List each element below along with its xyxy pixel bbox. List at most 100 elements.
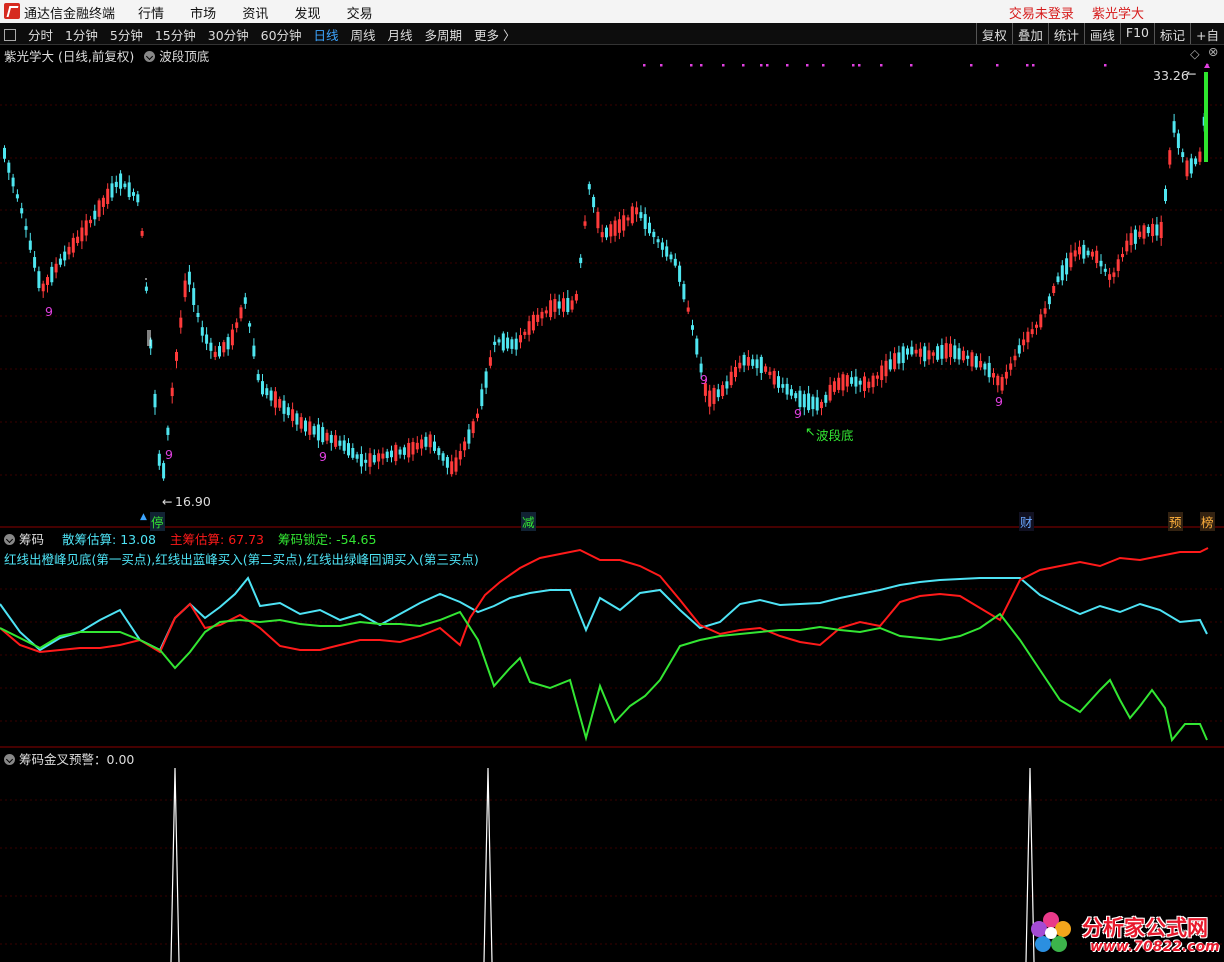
candle-body xyxy=(832,381,836,392)
chip-dropdown-icon[interactable] xyxy=(4,534,15,545)
alert-dropdown-icon[interactable] xyxy=(4,754,15,765)
candle-body xyxy=(1142,225,1146,239)
candle-body xyxy=(1000,377,1004,391)
candle-body xyxy=(7,162,11,173)
event-marker-reduce[interactable]: 减 xyxy=(521,512,536,531)
candle-body xyxy=(433,441,436,451)
event-marker-list[interactable]: 榜 xyxy=(1200,512,1215,531)
candle-body xyxy=(312,426,316,435)
candle-body xyxy=(949,343,952,358)
candle-body xyxy=(261,381,264,395)
alert-indicator-name[interactable]: 筹码金叉预警 xyxy=(19,752,94,767)
candle-body xyxy=(316,424,320,441)
alert-panel-header: 筹码金叉预警：0.00 xyxy=(4,749,134,768)
retail-label: 散筹估算: xyxy=(62,532,117,547)
candle-body xyxy=(725,381,729,389)
candle-body xyxy=(716,389,720,398)
candle-body xyxy=(875,375,879,379)
candle-body xyxy=(1194,158,1198,165)
candle-body xyxy=(1047,296,1051,305)
candle-body xyxy=(574,294,578,301)
candle-body xyxy=(144,286,148,291)
candle-body xyxy=(686,307,690,312)
nine-marker: 9 xyxy=(165,447,173,462)
candle-body xyxy=(506,337,510,349)
candle-body xyxy=(970,352,974,367)
candle-body xyxy=(570,300,574,310)
flower-logo-icon xyxy=(1031,912,1071,952)
candle-body xyxy=(101,197,105,207)
candle-body xyxy=(1159,221,1163,239)
candle-body xyxy=(824,394,828,403)
candle-body xyxy=(992,373,995,378)
candle-body xyxy=(20,208,24,214)
candle-body xyxy=(721,385,725,397)
candle-body xyxy=(114,181,118,188)
candle-body xyxy=(858,380,862,385)
candle-body xyxy=(918,348,922,357)
wave-bottom-label: 波段底 xyxy=(816,428,854,443)
candle-body xyxy=(308,421,312,435)
candle-body xyxy=(501,333,505,351)
low-price-label: 16.90 xyxy=(175,494,211,509)
candle-body xyxy=(592,197,596,208)
panel-settings-icon[interactable]: ◇ xyxy=(1190,46,1200,61)
candle-body xyxy=(248,323,252,327)
nine-marker: 9 xyxy=(995,394,1003,409)
candle-body xyxy=(1181,152,1185,158)
candle-body xyxy=(1204,72,1208,162)
candle-body xyxy=(544,310,548,314)
signal-dot xyxy=(1032,64,1035,67)
candle-body xyxy=(243,297,247,304)
retail-value: 13.08 xyxy=(120,532,156,547)
candle-body xyxy=(471,421,475,434)
indicator-name[interactable]: 波段顶底 xyxy=(159,49,209,64)
panel-close-icon[interactable]: ⊗ xyxy=(1208,44,1218,59)
candle-body xyxy=(325,432,329,441)
candle-body xyxy=(407,442,411,458)
candle-body xyxy=(1138,231,1142,238)
main-value: 67.73 xyxy=(228,532,264,547)
candle-body xyxy=(183,280,187,298)
candle-body xyxy=(428,434,432,448)
candle-body xyxy=(944,343,948,359)
candle-body xyxy=(1121,253,1124,258)
event-marker-forecast[interactable]: 预 xyxy=(1168,512,1183,531)
indicator-dropdown-icon[interactable] xyxy=(144,51,156,62)
watermark-url: www.70822.com xyxy=(1090,939,1220,955)
candle-body xyxy=(97,200,101,217)
candle-body xyxy=(136,194,140,203)
candle-body xyxy=(304,420,307,432)
candle-body xyxy=(1095,250,1099,264)
candle-body xyxy=(854,376,858,387)
candle-body xyxy=(123,183,127,188)
chip-indicator-name[interactable]: 筹码 xyxy=(19,532,44,547)
candle-body xyxy=(957,348,961,360)
candle-body xyxy=(269,390,273,401)
chart-canvas[interactable] xyxy=(0,0,1224,962)
candle-body xyxy=(510,339,514,349)
candle-body xyxy=(33,257,37,268)
event-marker-finance[interactable]: 财 xyxy=(1019,512,1034,531)
candle-body xyxy=(54,263,58,273)
candle-body xyxy=(41,283,45,292)
signal-dot xyxy=(1104,64,1107,67)
candle-body xyxy=(1090,251,1094,257)
candle-body xyxy=(923,346,927,362)
candle-body xyxy=(1082,244,1086,259)
candle-body xyxy=(1030,329,1034,335)
candle-body xyxy=(484,371,488,388)
candle-body xyxy=(605,227,608,238)
candle-body xyxy=(480,389,484,407)
candle-body xyxy=(678,265,682,282)
candle-body xyxy=(648,222,651,234)
candle-body xyxy=(742,354,746,366)
candle-body xyxy=(1116,259,1120,271)
candle-body xyxy=(751,359,755,366)
candle-body xyxy=(338,440,342,446)
candle-body xyxy=(205,334,209,344)
alert-value: 0.00 xyxy=(106,752,135,767)
candle-body xyxy=(445,457,449,468)
candle-body xyxy=(1125,240,1129,252)
candle-body xyxy=(1013,355,1017,361)
